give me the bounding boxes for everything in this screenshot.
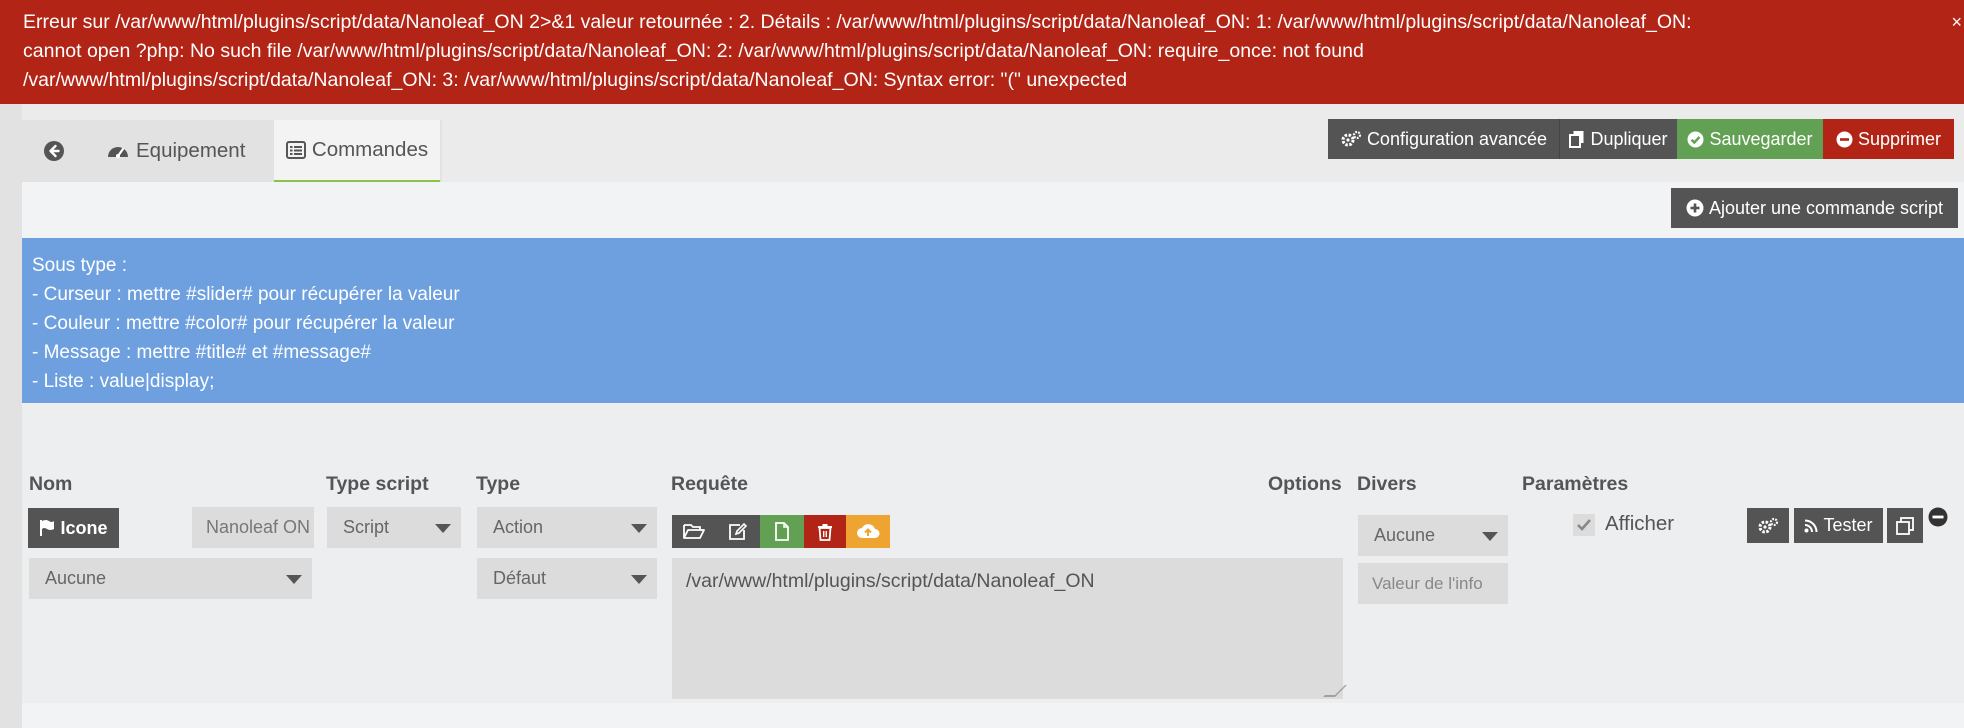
trash-icon xyxy=(818,523,832,541)
icon-choose-button[interactable]: Icone xyxy=(28,508,119,548)
edit-icon xyxy=(729,522,748,540)
add-command-label: Ajouter une commande script xyxy=(1708,197,1944,218)
test-command-label: Tester xyxy=(1823,515,1873,535)
col-header-requete: Requête xyxy=(671,473,748,495)
parent-command-select[interactable]: Aucune xyxy=(29,558,312,599)
edit-file-button[interactable] xyxy=(716,515,760,548)
remove-command-button[interactable] xyxy=(1928,507,1948,527)
file-icon xyxy=(775,522,789,541)
delete-label: Supprimer xyxy=(1857,128,1942,149)
type-value: Action xyxy=(493,517,544,537)
browse-file-button[interactable] xyxy=(672,515,716,548)
info-value-input[interactable]: Valeur de l'info xyxy=(1358,563,1508,604)
tab-commandes[interactable]: Commandes xyxy=(274,120,440,182)
show-checkbox[interactable] xyxy=(1573,514,1595,536)
info-line: - Couleur : mettre #color# pour récupére… xyxy=(32,313,455,334)
type-script-value: Script xyxy=(343,517,390,537)
chevron-down-icon xyxy=(435,523,451,533)
command-config-button[interactable] xyxy=(1747,508,1789,543)
type-script-select[interactable]: Script xyxy=(327,507,461,548)
subtype-value: Défaut xyxy=(493,568,547,588)
rss-icon xyxy=(1804,519,1818,532)
check-circle-icon xyxy=(1687,131,1704,147)
divers-value: Aucune xyxy=(1374,525,1436,545)
divers-select[interactable]: Aucune xyxy=(1358,515,1508,556)
test-command-button[interactable]: Tester xyxy=(1794,508,1883,543)
col-header-parametres: Paramètres xyxy=(1522,473,1629,495)
subtype-select[interactable]: Défaut xyxy=(477,558,657,599)
info-line: Sous type : xyxy=(32,255,128,276)
chevron-down-icon xyxy=(631,523,647,533)
error-banner: Erreur sur /var/www/html/plugins/script/… xyxy=(0,0,1964,104)
subtype-info-box: Sous type : - Curseur : mettre #slider# … xyxy=(22,238,1964,403)
plus-circle-icon xyxy=(1686,199,1704,217)
save-label: Sauvegarder xyxy=(1709,128,1813,149)
advanced-config-label: Configuration avancée xyxy=(1366,128,1548,149)
chevron-down-icon xyxy=(286,574,302,584)
folder-open-icon xyxy=(683,524,705,539)
delete-file-button[interactable] xyxy=(804,515,846,548)
copy-icon xyxy=(1569,131,1584,148)
col-header-type: Type xyxy=(476,473,521,495)
arrow-left-circle-icon xyxy=(44,141,64,161)
chevron-down-icon xyxy=(1482,531,1498,541)
check-icon xyxy=(1577,519,1591,531)
col-header-options: Options xyxy=(1268,473,1342,495)
duplicate-label: Dupliquer xyxy=(1590,128,1668,149)
icon-choose-label: Icone xyxy=(60,517,108,538)
cloud-upload-icon xyxy=(857,524,880,538)
cogs-icon xyxy=(1758,517,1779,533)
advanced-config-button[interactable]: Configuration avancée xyxy=(1328,119,1559,159)
chevron-down-icon xyxy=(631,574,647,584)
show-label: Afficher xyxy=(1605,512,1675,535)
error-line-2: cannot open ?php: No such file /var/www/… xyxy=(23,40,1364,62)
copy-icon xyxy=(1896,516,1914,535)
info-line: - Liste : value|display; xyxy=(32,371,215,392)
minus-circle-icon xyxy=(1928,507,1948,527)
copy-command-button[interactable] xyxy=(1887,508,1923,543)
tab-commandes-label: Commandes xyxy=(311,138,429,161)
error-line-3: /var/www/html/plugins/script/data/Nanole… xyxy=(23,69,1128,91)
tab-equipement-label: Equipement xyxy=(136,139,246,162)
info-line: - Message : mettre #title# et #message# xyxy=(32,342,371,363)
minus-circle-icon xyxy=(1836,131,1853,147)
cogs-icon xyxy=(1341,130,1362,147)
command-name-input[interactable]: Nanoleaf ON xyxy=(192,507,314,548)
save-button[interactable]: Sauvegarder xyxy=(1677,119,1823,159)
upload-file-button[interactable] xyxy=(846,515,890,548)
delete-button[interactable]: Supprimer xyxy=(1823,119,1954,159)
close-icon[interactable]: × xyxy=(1951,8,1962,37)
new-file-button[interactable] xyxy=(760,515,804,548)
info-line: - Curseur : mettre #slider# pour récupér… xyxy=(32,284,460,305)
col-header-type-script: Type script xyxy=(326,473,429,495)
tab-equipement[interactable]: Equipement xyxy=(106,120,272,182)
list-alt-icon xyxy=(285,141,306,159)
col-header-nom: Nom xyxy=(29,473,73,495)
left-gutter xyxy=(0,104,22,728)
tachometer-icon xyxy=(108,147,128,158)
flag-icon xyxy=(40,520,55,536)
add-command-button[interactable]: Ajouter une commande script xyxy=(1671,188,1958,228)
error-line-1: Erreur sur /var/www/html/plugins/script/… xyxy=(23,11,1692,33)
request-textarea[interactable]: /var/www/html/plugins/script/data/Nanole… xyxy=(672,558,1347,699)
tab-back[interactable] xyxy=(22,120,86,182)
request-value: /var/www/html/plugins/script/data/Nanole… xyxy=(686,570,1095,592)
parent-command-value: Aucune xyxy=(45,568,107,588)
col-header-divers: Divers xyxy=(1357,473,1417,495)
type-select[interactable]: Action xyxy=(477,507,657,548)
duplicate-button[interactable]: Dupliquer xyxy=(1559,119,1677,159)
